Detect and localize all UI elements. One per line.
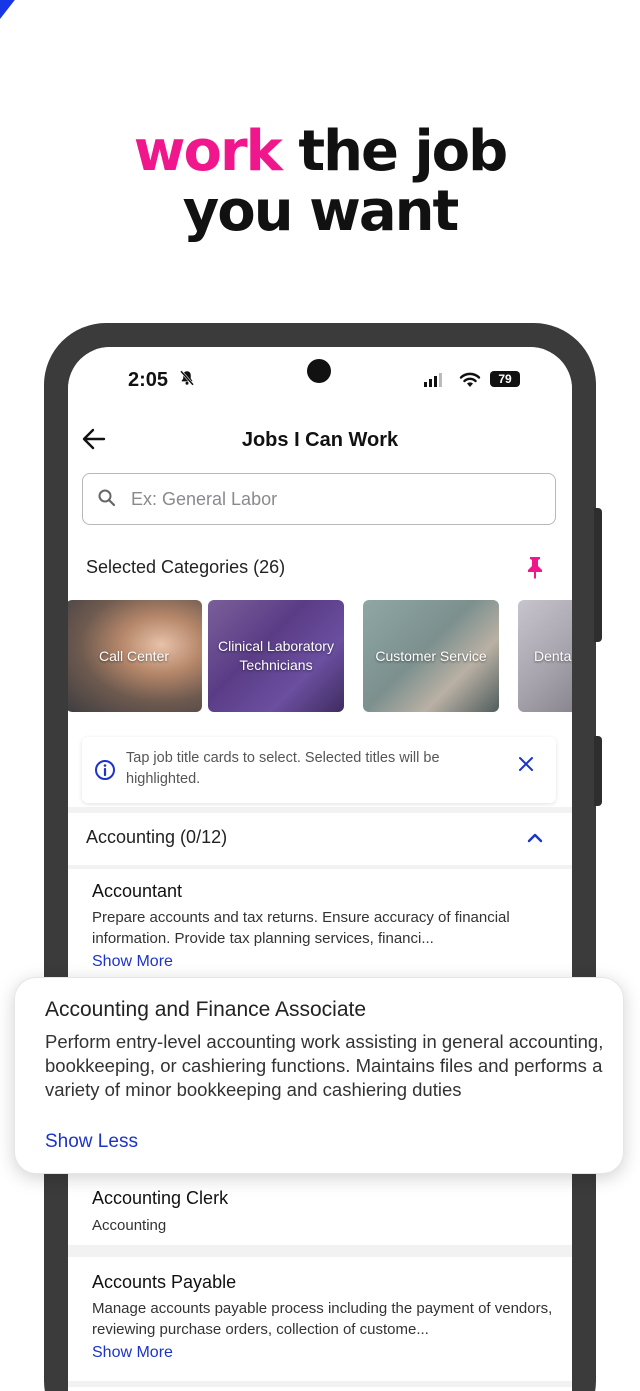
page-title: Jobs I Can Work	[241, 429, 399, 451]
close-icon[interactable]	[518, 755, 534, 778]
job-title: Accounting Clerk	[92, 1188, 229, 1208]
chevron-up-icon[interactable]	[526, 831, 544, 849]
selected-categories-section: Selected Categories (26) Call Center Cli…	[68, 537, 572, 727]
accounting-section-label: Accounting (0/12)	[86, 827, 228, 847]
accounting-section-header[interactable]: Accounting (0/12)	[68, 813, 572, 865]
front-camera	[307, 359, 331, 383]
cell-signal-icon	[424, 373, 442, 387]
category-tile-call-center[interactable]: Call Center	[68, 600, 202, 712]
job-card-accounts-payable[interactable]: Accounts Payable Manage accounts payable…	[68, 1257, 572, 1381]
promo-headline: work the job you want	[0, 122, 640, 242]
job-description: Manage accounts payable process includin…	[92, 1300, 553, 1338]
tip-section: Tap job title cards to select. Selected …	[68, 727, 572, 807]
show-more-link[interactable]: Show More	[92, 1344, 173, 1362]
job-card-accountant[interactable]: Accountant Prepare accounts and tax retu…	[68, 869, 572, 979]
job-description: Perform entry-level accounting work assi…	[45, 1031, 604, 1100]
battery-indicator: 79	[490, 371, 520, 387]
show-less-link[interactable]: Show Less	[45, 1131, 138, 1153]
app-bar: Jobs I Can Work	[68, 413, 572, 467]
tip-text: Tap job title cards to select. Selected …	[126, 750, 440, 787]
wifi-icon	[458, 369, 482, 394]
job-description: Prepare accounts and tax returns. Ensure…	[92, 909, 510, 947]
headline-line2: you want	[182, 179, 460, 244]
bell-muted-icon	[178, 369, 196, 392]
category-tile-label: Customer Service	[375, 647, 487, 664]
headline-accent-word: work	[133, 119, 283, 184]
phone-volume-button	[594, 508, 602, 642]
phone-screen: 2:05 79 Jobs I Can Work Selected Categor…	[68, 347, 572, 1391]
category-tile-dental[interactable]: Denta	[518, 600, 572, 712]
status-time: 2:05	[128, 369, 169, 391]
category-tile-label: Denta	[534, 647, 572, 664]
job-card-next[interactable]	[68, 1387, 572, 1391]
category-tile-label: Clinical Laboratory Technicians	[218, 638, 334, 673]
tip-banner: Tap job title cards to select. Selected …	[82, 737, 556, 803]
headline-line1-rest: the job	[280, 119, 508, 184]
search-field[interactable]	[82, 473, 556, 525]
search-icon	[97, 488, 117, 513]
phone-power-button	[594, 736, 602, 806]
job-title: Accountant	[92, 881, 183, 901]
category-tile-customer-service[interactable]: Customer Service	[363, 600, 499, 712]
status-bar: 2:05 79	[68, 347, 572, 413]
info-icon	[94, 759, 116, 786]
decorative-stripe	[0, 0, 142, 90]
job-title: Accounts Payable	[92, 1272, 237, 1292]
job-description: Accounting	[92, 1217, 167, 1234]
show-more-link[interactable]: Show More	[92, 953, 173, 971]
category-tile-label: Call Center	[98, 647, 170, 664]
selected-categories-label: Selected Categories (26)	[86, 557, 286, 577]
expanded-job-card-accounting-finance-associate[interactable]: Accounting and Finance Associate Perform…	[14, 977, 624, 1174]
category-tile-clinical-lab[interactable]: Clinical Laboratory Technicians	[208, 600, 344, 712]
job-card-accounting-clerk[interactable]: Accounting Clerk Accounting	[68, 1173, 572, 1245]
job-title: Accounting and Finance Associate	[45, 998, 367, 1021]
pin-icon[interactable]	[524, 555, 546, 584]
search-input[interactable]	[131, 484, 531, 514]
search-section	[68, 467, 572, 537]
